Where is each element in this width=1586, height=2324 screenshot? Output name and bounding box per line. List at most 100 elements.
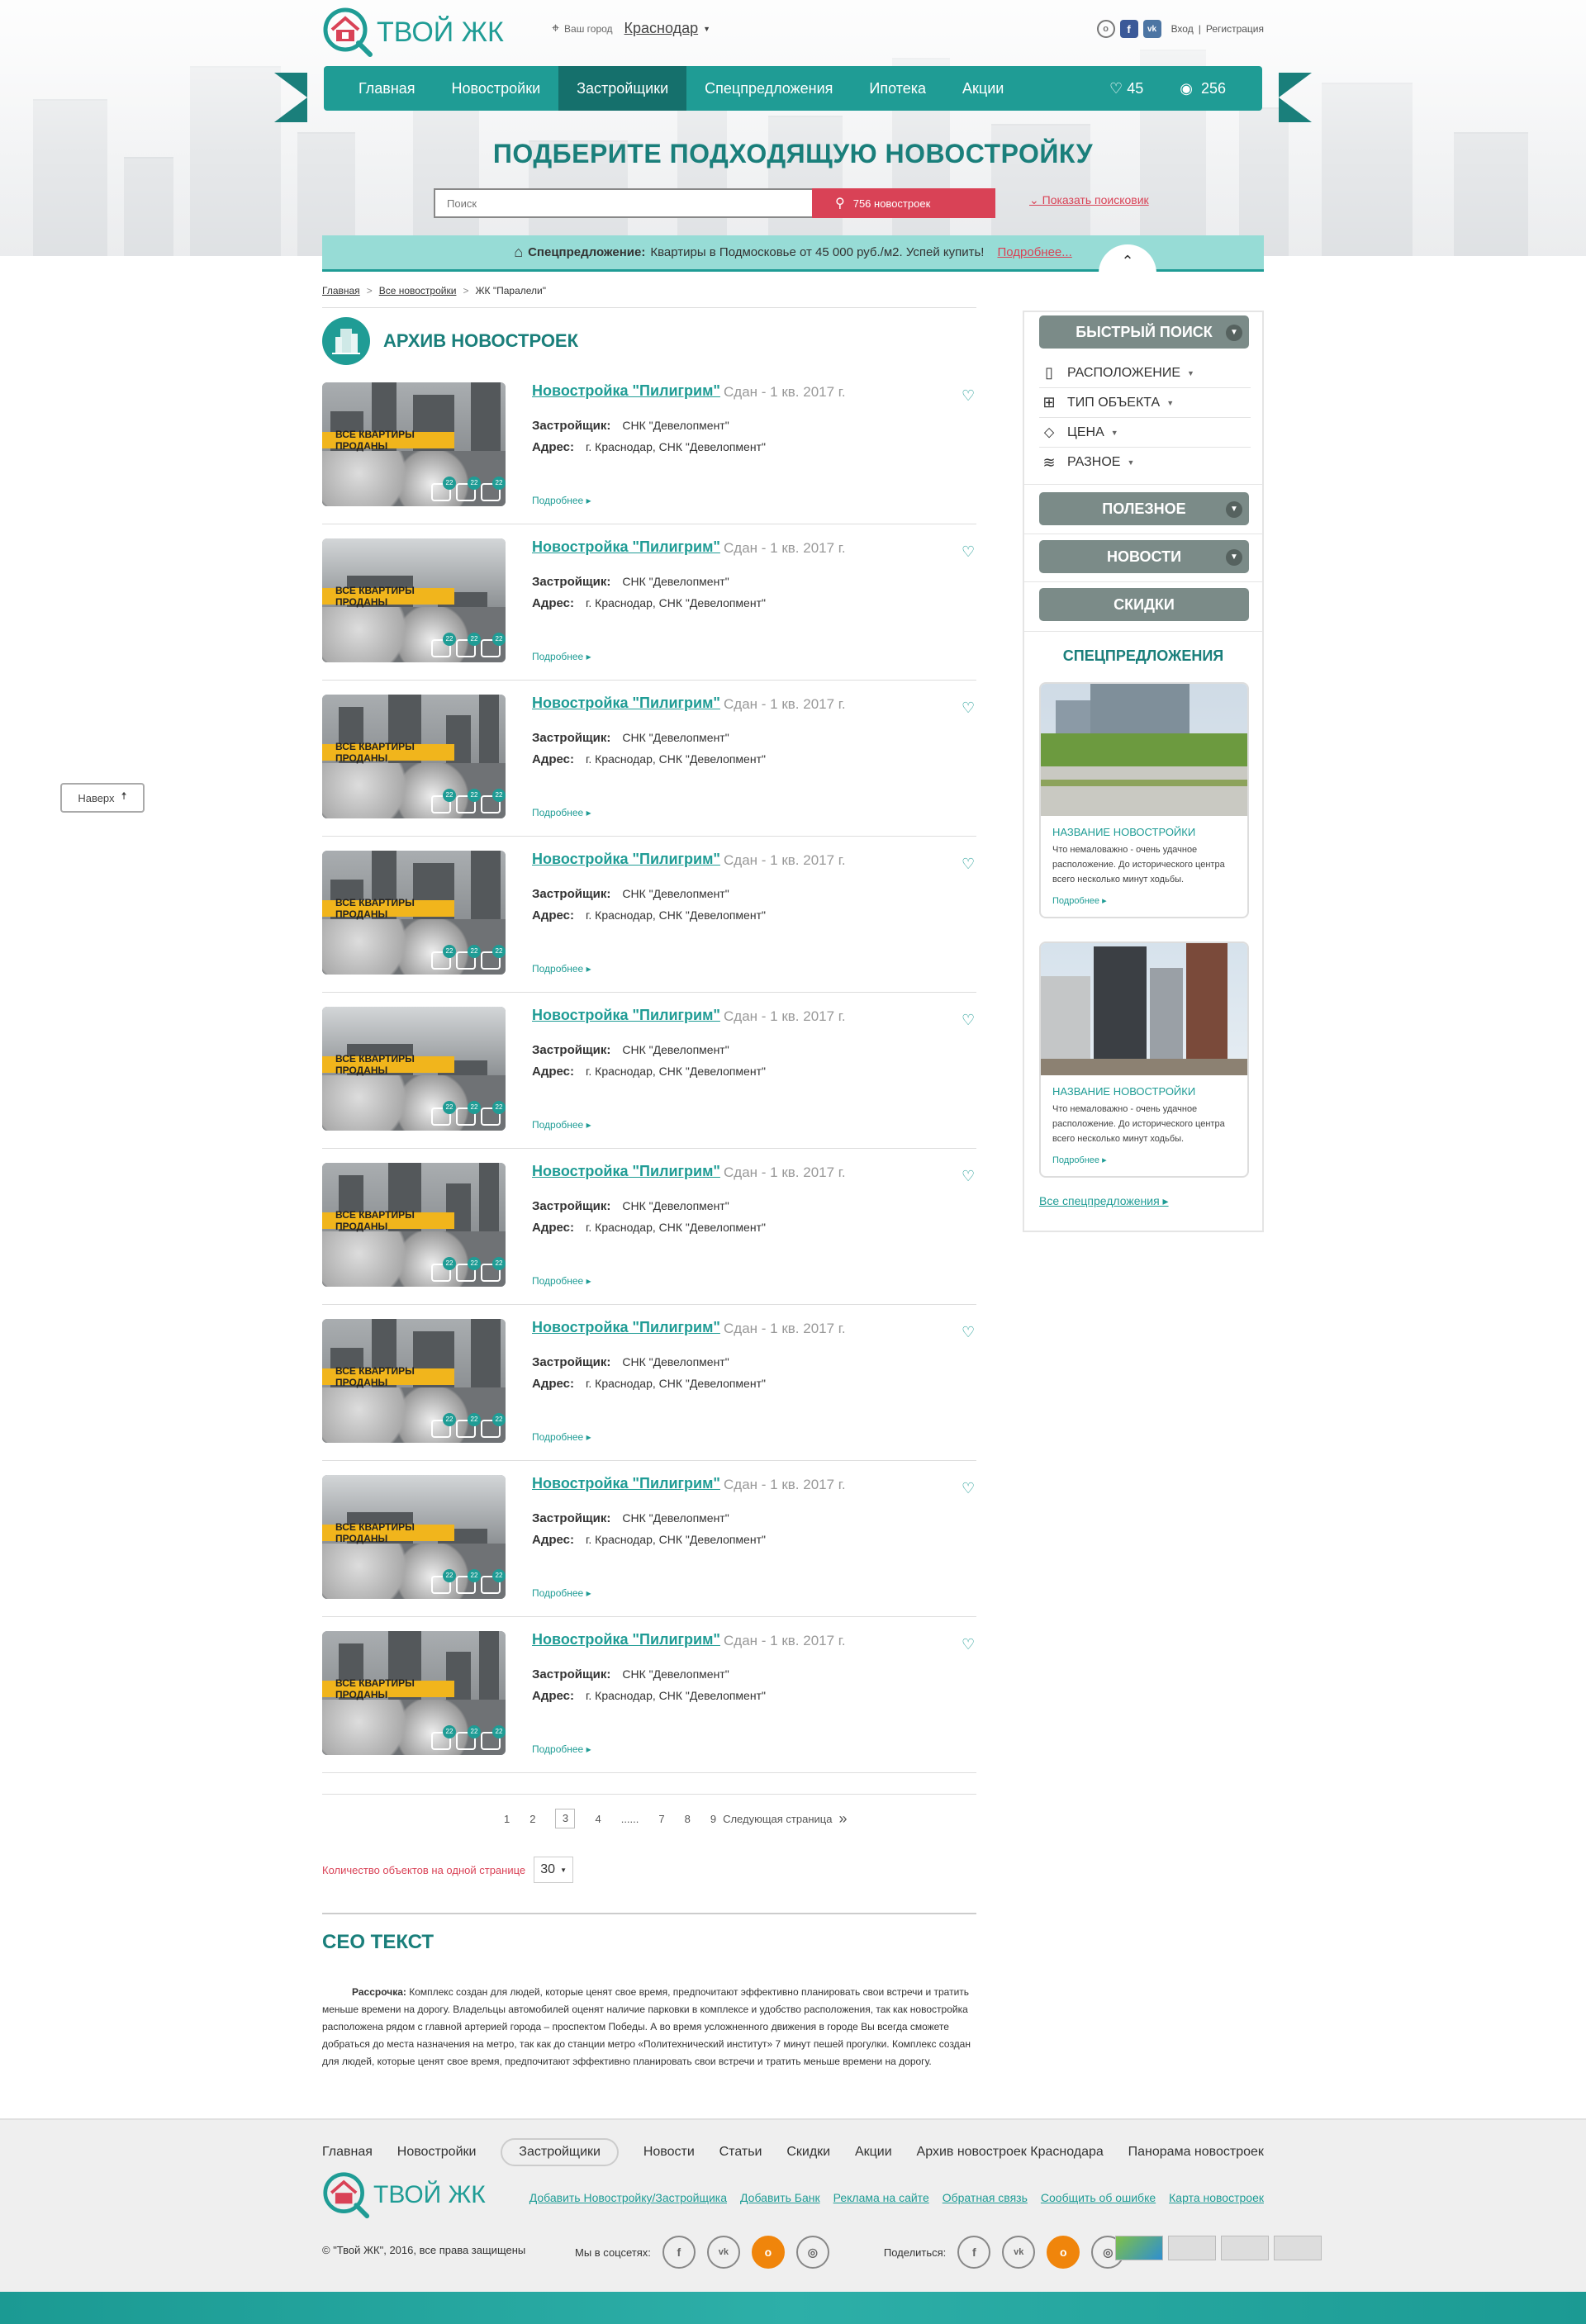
offer-card-name[interactable]: НАЗВАНИЕ НОВОСТРОЙКИ: [1052, 1085, 1195, 1098]
discounts-button[interactable]: СКИДКИ: [1039, 588, 1249, 621]
footer-nav-item[interactable]: Акции: [855, 2145, 892, 2160]
video-icon[interactable]: 22: [456, 1101, 481, 1126]
search-button[interactable]: ⚲ 756 новостроек: [812, 188, 995, 218]
nav-item-home[interactable]: Главная: [340, 66, 434, 111]
video-icon[interactable]: 22: [456, 1257, 481, 1282]
comment-icon[interactable]: 22: [481, 633, 506, 657]
archive-item-image[interactable]: ВСЕ КВАРТИРЫ ПРОДАНЫ 22 22 22: [322, 538, 506, 662]
footer-link[interactable]: Сообщить об ошибке: [1041, 2191, 1156, 2204]
footer-nav-item[interactable]: Статьи: [719, 2145, 762, 2160]
footer-link[interactable]: Добавить Банк: [740, 2191, 820, 2204]
camera-icon[interactable]: 22: [431, 1413, 456, 1438]
video-icon[interactable]: 22: [456, 1413, 481, 1438]
filter-price[interactable]: ⬦ ЦЕНА ▼: [1039, 418, 1251, 448]
counter-badge-icon[interactable]: [1221, 2236, 1269, 2260]
favorites-counter[interactable]: ♡ 45: [1109, 80, 1143, 97]
comment-icon[interactable]: 22: [481, 1725, 506, 1750]
favorite-heart-icon[interactable]: ♡: [962, 1012, 975, 1029]
footer-logo[interactable]: ТВОЙ ЖК: [322, 2171, 486, 2219]
archive-item-more-link[interactable]: Подробнее ▸: [532, 651, 591, 662]
camera-icon[interactable]: 22: [431, 1101, 456, 1126]
quick-search-button[interactable]: БЫСТРЫЙ ПОИСК ▼: [1039, 315, 1249, 349]
archive-item-title[interactable]: Новостройка "Пилигрим": [532, 1163, 720, 1180]
instagram-icon[interactable]: ◎: [795, 2236, 829, 2269]
odnoklassniki-icon[interactable]: о: [751, 2236, 785, 2269]
views-counter[interactable]: ◉ 256: [1180, 80, 1226, 97]
favorite-heart-icon[interactable]: ♡: [962, 1324, 975, 1341]
show-search-link[interactable]: ⌄ Показать поисковик: [1029, 193, 1149, 207]
nav-item-mortgage[interactable]: Ипотека: [851, 66, 944, 111]
comment-icon[interactable]: 22: [481, 1569, 506, 1594]
nav-item-developers[interactable]: Застройщики: [558, 66, 687, 111]
offer-card-name[interactable]: НАЗВАНИЕ НОВОСТРОЙКИ: [1052, 826, 1195, 838]
camera-icon[interactable]: 22: [431, 633, 456, 657]
counter-badge-icon[interactable]: [1274, 2236, 1322, 2260]
archive-item-image[interactable]: ВСЕ КВАРТИРЫ ПРОДАНЫ 22 22 22: [322, 1163, 506, 1287]
archive-item-image[interactable]: ВСЕ КВАРТИРЫ ПРОДАНЫ 22 22 22: [322, 1475, 506, 1599]
vkontakte-share-icon[interactable]: vk: [1002, 2236, 1036, 2269]
footer-nav-item[interactable]: Панорама новостроек: [1128, 2145, 1264, 2160]
favorite-heart-icon[interactable]: ♡: [962, 856, 975, 873]
odnoklassniki-icon[interactable]: о: [1096, 20, 1115, 38]
filter-object-type[interactable]: ⊞ ТИП ОБЪЕКТА ▼: [1039, 388, 1251, 418]
facebook-icon[interactable]: f: [1119, 20, 1138, 38]
archive-item-more-link[interactable]: Подробнее ▸: [532, 1275, 591, 1287]
camera-icon[interactable]: 22: [431, 789, 456, 813]
comment-icon[interactable]: 22: [481, 1257, 506, 1282]
comment-icon[interactable]: 22: [481, 1413, 506, 1438]
archive-item-image[interactable]: ВСЕ КВАРТИРЫ ПРОДАНЫ 22 22 22: [322, 382, 506, 506]
archive-item-title[interactable]: Новостройка "Пилигрим": [532, 538, 720, 556]
archive-item-title[interactable]: Новостройка "Пилигрим": [532, 695, 720, 712]
city-selector[interactable]: ⌖ Ваш город Краснодар ▼: [552, 20, 710, 37]
offer-link[interactable]: Подробнее...: [997, 245, 1071, 259]
archive-item-more-link[interactable]: Подробнее ▸: [532, 1587, 591, 1599]
video-icon[interactable]: 22: [456, 633, 481, 657]
favorite-heart-icon[interactable]: ♡: [962, 543, 975, 561]
comment-icon[interactable]: 22: [481, 945, 506, 970]
breadcrumb-all-buildings[interactable]: Все новостройки: [379, 285, 457, 296]
next-page-link[interactable]: Следующая страница: [723, 1813, 832, 1825]
site-logo[interactable]: ТВОЙ ЖК: [322, 7, 504, 58]
vkontakte-icon[interactable]: vk: [706, 2236, 740, 2269]
footer-link[interactable]: Карта новостроек: [1169, 2191, 1264, 2204]
counter-badge-icon[interactable]: [1168, 2236, 1216, 2260]
footer-nav-item[interactable]: Новости: [643, 2145, 695, 2160]
page-link-current[interactable]: 3: [555, 1809, 576, 1828]
video-icon[interactable]: 22: [456, 945, 481, 970]
facebook-icon[interactable]: f: [662, 2236, 696, 2269]
favorite-heart-icon[interactable]: ♡: [962, 700, 975, 717]
comment-icon[interactable]: 22: [481, 789, 506, 813]
breadcrumb-home[interactable]: Главная: [322, 285, 360, 296]
page-link[interactable]: 1: [504, 1813, 510, 1825]
page-link[interactable]: 9: [710, 1813, 716, 1825]
archive-item-more-link[interactable]: Подробнее ▸: [532, 1119, 591, 1131]
camera-icon[interactable]: 22: [431, 1257, 456, 1282]
video-icon[interactable]: 22: [456, 1725, 481, 1750]
archive-item-title[interactable]: Новостройка "Пилигрим": [532, 382, 720, 400]
favorite-heart-icon[interactable]: ♡: [962, 387, 975, 405]
page-link[interactable]: 2: [529, 1813, 535, 1825]
archive-item-image[interactable]: ВСЕ КВАРТИРЫ ПРОДАНЫ 22 22 22: [322, 1631, 506, 1755]
video-icon[interactable]: 22: [456, 1569, 481, 1594]
footer-nav-item[interactable]: Главная: [322, 2145, 373, 2160]
video-icon[interactable]: 22: [456, 477, 481, 501]
camera-icon[interactable]: 22: [431, 945, 456, 970]
register-link[interactable]: Регистрация: [1206, 23, 1264, 35]
page-link[interactable]: 7: [658, 1813, 664, 1825]
archive-item-more-link[interactable]: Подробнее ▸: [532, 1431, 591, 1443]
archive-item-more-link[interactable]: Подробнее ▸: [532, 1743, 591, 1755]
back-to-top-button[interactable]: Наверх 🠅: [60, 783, 145, 813]
archive-item-image[interactable]: ВСЕ КВАРТИРЫ ПРОДАНЫ 22 22 22: [322, 851, 506, 975]
nav-item-promotions[interactable]: Акции: [944, 66, 1022, 111]
facebook-share-icon[interactable]: f: [957, 2236, 991, 2269]
filter-misc[interactable]: ≋ РАЗНОЕ ▼: [1039, 448, 1251, 477]
footer-link[interactable]: Добавить Новостройку/Застройщика: [529, 2191, 727, 2204]
page-link[interactable]: 4: [595, 1813, 601, 1825]
video-icon[interactable]: 22: [456, 789, 481, 813]
footer-link[interactable]: Реклама на сайте: [833, 2191, 929, 2204]
offer-card[interactable]: НАЗВАНИЕ НОВОСТРОЙКИ Что немаловажно - о…: [1039, 682, 1249, 918]
useful-button[interactable]: ПОЛЕЗНОЕ ▼: [1039, 492, 1249, 525]
archive-item-image[interactable]: ВСЕ КВАРТИРЫ ПРОДАНЫ 22 22 22: [322, 1319, 506, 1443]
favorite-heart-icon[interactable]: ♡: [962, 1480, 975, 1497]
offer-card-more[interactable]: Подробнее ▸: [1052, 895, 1107, 906]
